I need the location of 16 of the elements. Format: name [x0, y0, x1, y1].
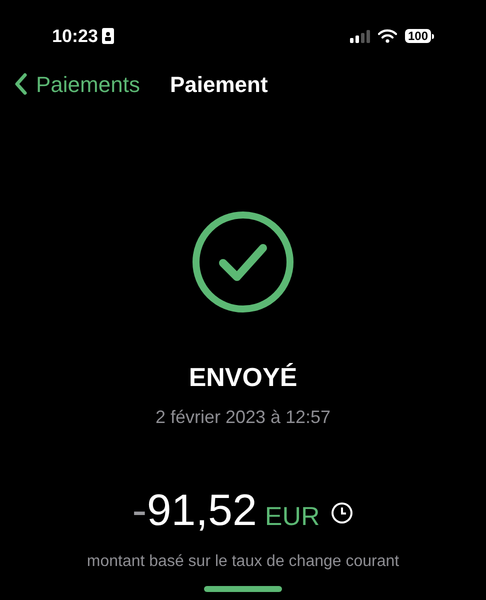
wifi-icon — [378, 29, 397, 43]
back-button[interactable]: Paiements — [14, 68, 140, 100]
exchange-rate-caption: montant basé sur le taux de change courant — [86, 552, 400, 572]
status-time: 10:23 — [52, 24, 98, 48]
page-title: Paiement — [170, 70, 268, 98]
status-label: ENVOYÉ — [188, 362, 298, 392]
amount-value: 91,52 — [146, 486, 257, 535]
chevron-left-icon — [14, 72, 28, 96]
clock-icon — [330, 501, 354, 525]
check-circle-icon — [191, 210, 295, 314]
signal-icon — [350, 30, 370, 42]
currency-label: EUR — [264, 500, 320, 533]
amount-sign: - — [132, 486, 147, 535]
battery-icon: 100 — [404, 29, 434, 43]
payment-date: 2 février 2023 à 12:57 — [155, 406, 331, 429]
badge-icon — [102, 28, 114, 44]
